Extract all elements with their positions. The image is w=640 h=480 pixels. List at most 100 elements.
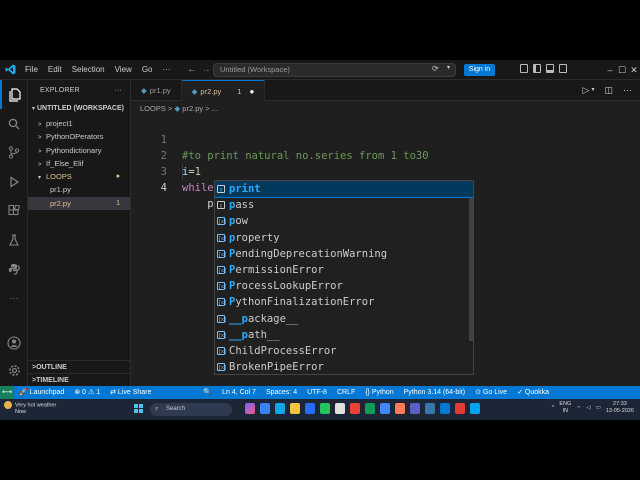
copilot-chevron-icon[interactable]: ▾ [447, 64, 450, 71]
unsaved-dot-icon[interactable]: ● [249, 87, 254, 96]
status-eol[interactable]: CRLF [332, 386, 360, 399]
code-line[interactable]: 1 #to print natural no.series from 1 to3… [131, 116, 429, 162]
suggestion-item[interactable]: [x] PythonFinalizationError [215, 294, 473, 310]
command-center[interactable]: Untitled (Workspace) [213, 63, 456, 77]
status-language[interactable]: {} Python [360, 386, 398, 399]
tree-folder-loops[interactable]: ▾ LOOPS ● [28, 170, 130, 183]
battery-icon[interactable]: ▭ [596, 405, 601, 411]
app-icon[interactable] [410, 403, 420, 414]
extensions-icon[interactable] [0, 196, 28, 225]
language-indicator[interactable]: ENG IN [559, 401, 571, 415]
app-icon[interactable] [455, 403, 465, 414]
run-debug-icon[interactable] [0, 167, 28, 196]
status-problems[interactable]: ⊗ 0 ⚠ 1 [69, 386, 105, 399]
suggestion-item[interactable]: [x] ProcessLookupError [215, 278, 473, 294]
tree-file-pr2[interactable]: pr2.py 1 [28, 196, 130, 211]
python-icon[interactable] [0, 254, 28, 283]
app-icon[interactable] [365, 403, 375, 414]
outline-section[interactable]: >OUTLINE [28, 360, 131, 373]
run-chevron-icon[interactable]: ▾ [591, 80, 594, 101]
clock[interactable]: 27:33 13-05-2026 [606, 401, 634, 415]
menu-go[interactable]: Go [137, 60, 158, 80]
explorer-icon[interactable] [0, 80, 28, 109]
signin-button[interactable]: Sign in [464, 64, 495, 76]
suggestion-item[interactable]: [x] pow [215, 213, 473, 229]
copilot-icon[interactable]: ⟳ [432, 64, 439, 73]
suggestion-item[interactable]: [x] BrokenPipeError [215, 359, 473, 374]
status-position[interactable]: Ln 4, Col 7 [217, 386, 261, 399]
breadcrumb-file[interactable]: pr2.py [182, 104, 203, 113]
sidebar-more-icon[interactable]: ··· [114, 80, 122, 101]
editor-more-icon[interactable]: ··· [623, 80, 632, 101]
suggestion-item[interactable]: [x] __package__ [215, 311, 473, 327]
code-line[interactable]: 2 i=1 [131, 132, 201, 178]
tree-file-pr1[interactable]: pr1.py [28, 183, 130, 196]
suggestion-item[interactable]: [x] PermissionError [215, 262, 473, 278]
suggestion-item[interactable]: [x] __path__ [215, 327, 473, 343]
app-icon[interactable] [350, 403, 360, 414]
status-interpreter[interactable]: Python 3.14 (64-bit) [399, 386, 470, 399]
status-spaces[interactable]: Spaces: 4 [261, 386, 302, 399]
folder-icon[interactable] [290, 403, 300, 414]
app-icon[interactable] [470, 403, 480, 414]
status-encoding[interactable]: UTF-8 [302, 386, 332, 399]
status-quokka[interactable]: ✓ Quokka [512, 386, 554, 399]
breadcrumb-symbol[interactable]: > ... [205, 104, 218, 113]
suggestion-item[interactable]: ▯ pass [215, 197, 473, 213]
close-icon[interactable]: ✕ [624, 60, 640, 80]
app-icon[interactable] [395, 403, 405, 414]
volume-icon[interactable]: ◁ [586, 405, 590, 411]
vscode-taskbar-icon[interactable] [440, 403, 450, 414]
app-icon[interactable] [275, 403, 285, 414]
tree-folder-if-else-elif[interactable]: > If_Else_Elif [28, 157, 130, 170]
code-line-current[interactable]: 4 pri [131, 164, 228, 211]
tree-folder-pythondictionary[interactable]: > Pythondictionary [28, 144, 130, 157]
app-icon[interactable] [335, 403, 345, 414]
tab-pr2[interactable]: ◆ pr2.py 1 ● [181, 80, 266, 101]
menu-more[interactable]: ··· [157, 60, 175, 80]
remote-indicator-icon[interactable]: ⟷ [0, 386, 14, 399]
app-icon[interactable] [305, 403, 315, 414]
toggle-secondary-sidebar-icon[interactable] [559, 64, 567, 73]
windows-start-icon[interactable] [134, 404, 144, 414]
code-line[interactable]: 3 while i<=30: [131, 148, 258, 194]
remote-explorer-icon[interactable]: ··· [0, 283, 28, 312]
toggle-panel-icon[interactable] [546, 64, 554, 73]
menu-selection[interactable]: Selection [67, 60, 110, 80]
suggestion-item[interactable]: [x] property [215, 230, 473, 246]
split-editor-icon[interactable]: ◫ [604, 80, 613, 101]
wifi-icon[interactable]: ⌔ [576, 405, 581, 412]
tab-pr1[interactable]: ◆ pr1.py [131, 80, 182, 101]
zoom-icon[interactable]: 🔍 [198, 386, 217, 399]
workspace-header[interactable]: ▾ UNTITLED (WORKSPACE) [28, 101, 130, 117]
app-icon[interactable] [320, 403, 330, 414]
app-icon[interactable] [380, 403, 390, 414]
status-launchpad[interactable]: 🚀 Launchpad [14, 386, 69, 399]
customize-layout-icon[interactable] [520, 64, 528, 73]
app-icon[interactable] [245, 403, 255, 414]
menu-view[interactable]: View [110, 60, 137, 80]
account-icon[interactable] [0, 328, 28, 357]
tree-folder-pythonoperators[interactable]: > PythonOPerators [28, 130, 130, 143]
tree-folder-project1[interactable]: > project1 [28, 117, 130, 130]
suggestion-item[interactable]: ▯ print [215, 181, 473, 199]
search-icon[interactable] [0, 109, 28, 138]
toggle-sidebar-icon[interactable] [533, 64, 541, 73]
menu-edit[interactable]: Edit [43, 60, 67, 80]
app-icon[interactable] [260, 403, 270, 414]
breadcrumb-folder[interactable]: LOOPS [140, 104, 166, 113]
menu-file[interactable]: File [20, 60, 43, 80]
status-golive[interactable]: ⊙ Go Live [470, 386, 512, 399]
run-python-icon[interactable]: ▷ [583, 80, 590, 101]
source-control-icon[interactable] [0, 138, 28, 167]
suggestion-item[interactable]: [x] ChildProcessError [215, 343, 473, 359]
status-liveshare[interactable]: ⇄ Live Share [105, 386, 156, 399]
suggestion-item[interactable]: [x] PendingDeprecationWarning [215, 246, 473, 262]
tray-chevron-icon[interactable]: ^ [552, 405, 555, 411]
timeline-section[interactable]: >TIMELINE [28, 373, 131, 386]
settings-gear-icon[interactable] [0, 356, 28, 385]
testing-icon[interactable] [0, 225, 28, 254]
taskbar-search[interactable]: ⌕ Search [150, 403, 232, 416]
app-icon[interactable] [425, 403, 435, 414]
weather-widget[interactable]: Very hot weather Now [4, 401, 56, 416]
